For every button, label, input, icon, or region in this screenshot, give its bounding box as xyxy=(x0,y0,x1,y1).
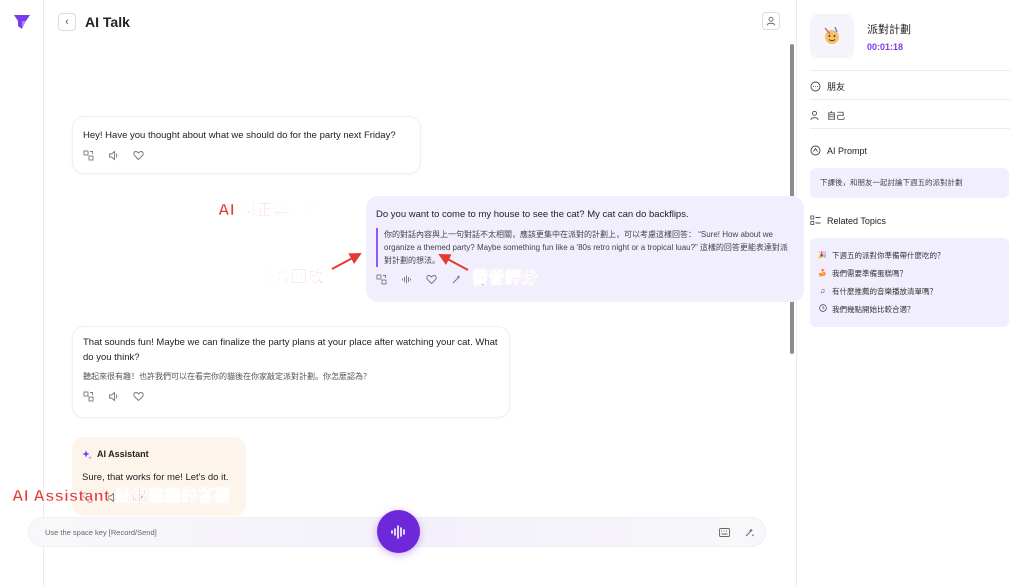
page-title: AI Talk xyxy=(85,14,130,30)
related-topics-title: Related Topics xyxy=(810,215,886,226)
waveform-icon xyxy=(390,524,405,539)
divider xyxy=(810,128,1010,129)
message-bubble-partner: That sounds fun! Maybe we can finalize t… xyxy=(72,326,510,418)
keyboard-icon[interactable] xyxy=(719,528,730,537)
message-text: That sounds fun! Maybe we can finalize t… xyxy=(83,337,498,363)
role-partner[interactable]: 朋友 xyxy=(810,80,845,93)
back-button[interactable]: ‹ xyxy=(58,13,76,31)
party-popper-icon: 🎉 xyxy=(818,252,827,259)
topic-item[interactable]: ♫ 有什麼推薦的音樂播放清單嗎？ xyxy=(818,282,1001,300)
heart-icon[interactable] xyxy=(133,150,144,161)
message-actions xyxy=(83,150,410,161)
user-settings-button[interactable] xyxy=(762,12,780,30)
annotation-assistant: AI Assistant 給出建議的答覆 xyxy=(12,488,231,506)
annotation-score: 發音評分 xyxy=(472,270,539,288)
topic-item[interactable]: 🎉 下週五的派對你準備帶什麼吃的？ xyxy=(818,246,1001,264)
session-timer: 00:01:18 xyxy=(867,42,904,52)
speaker-icon[interactable] xyxy=(108,150,119,161)
chat-bubble-icon xyxy=(810,81,821,92)
list-icon xyxy=(810,215,821,225)
party-icon xyxy=(824,26,839,44)
user-edit-icon xyxy=(810,110,819,120)
role-label: 朋友 xyxy=(827,82,846,92)
scene-thumbnail xyxy=(810,14,854,58)
role-label: 自己 xyxy=(827,111,846,121)
ai-correction: 你的對話內容與上一句對話不太相關，應該更集中在派對的計劃上，可以考慮這樣回答： … xyxy=(376,228,794,267)
assistant-label: AI Assistant xyxy=(97,449,149,459)
message-text: Do you want to come to my house to see t… xyxy=(376,209,689,220)
annotation-correction: AI 糾正與建議 xyxy=(218,202,323,220)
translate-icon[interactable] xyxy=(83,391,94,402)
waveform-playback-icon[interactable] xyxy=(401,274,412,285)
translate-icon[interactable] xyxy=(376,274,387,285)
tools-icon[interactable] xyxy=(744,527,755,538)
role-self[interactable]: 自己 xyxy=(810,109,845,122)
cake-icon: 🍰 xyxy=(818,270,827,277)
divider xyxy=(810,99,1010,100)
chat-area: Hey! Have you thought about what we shou… xyxy=(12,44,804,586)
related-topics-list: 🎉 下週五的派對你準備帶什麼吃的？ 🍰 我們需要準備蛋糕嗎？ ♫ 有什麼推薦的音… xyxy=(810,238,1009,327)
chat-header: ‹ AI Talk xyxy=(44,0,796,44)
translate-icon[interactable] xyxy=(83,150,94,161)
clock-icon xyxy=(818,304,827,314)
magic-wand-icon[interactable] xyxy=(451,274,462,285)
input-bar[interactable]: Use the space key [Record/Send] xyxy=(28,510,766,553)
message-bubble-user: Do you want to come to my house to see t… xyxy=(366,196,804,302)
user-icon xyxy=(766,16,776,26)
app-logo-icon[interactable] xyxy=(12,12,32,32)
speaker-icon[interactable] xyxy=(108,391,119,402)
topic-item[interactable]: 我們幾點開始比較合適？ xyxy=(818,300,1001,318)
message-text: Hey! Have you thought about what we shou… xyxy=(83,130,396,141)
scene-sidebar: 派對計劃 00:01:18 朋友 自己 AI Prompt 下課後，和朋友一起討… xyxy=(797,0,1024,586)
divider xyxy=(810,70,1010,71)
scene-name: 派對計劃 xyxy=(867,24,911,36)
heart-icon[interactable] xyxy=(426,274,437,285)
arrow-playback xyxy=(331,253,362,270)
heart-icon[interactable] xyxy=(133,391,144,402)
annotation-playback: 發音回放 xyxy=(258,269,325,287)
message-translation: 聽起來很有趣！也許我們可以在看完你的貓後在你家敲定派對計劃。你怎麼認為？ xyxy=(83,372,371,381)
record-button[interactable] xyxy=(377,510,420,553)
sparkle-icon xyxy=(82,450,92,459)
message-actions xyxy=(83,391,499,402)
message-bubble-partner: Hey! Have you thought about what we shou… xyxy=(72,116,421,174)
message-actions: 97 xyxy=(376,274,794,285)
ai-prompt-title: AI Prompt xyxy=(810,145,867,156)
ai-prompt-icon xyxy=(810,145,821,156)
input-hint: Use the space key [Record/Send] xyxy=(45,528,157,537)
topic-item[interactable]: 🍰 我們需要準備蛋糕嗎？ xyxy=(818,264,1001,282)
assistant-header: AI Assistant xyxy=(82,447,236,462)
ai-prompt-text: 下課後，和朋友一起討論下週五的派對計劃 xyxy=(810,168,1009,198)
music-note-icon: ♫ xyxy=(819,287,826,295)
chevron-left-icon: ‹ xyxy=(65,16,69,28)
